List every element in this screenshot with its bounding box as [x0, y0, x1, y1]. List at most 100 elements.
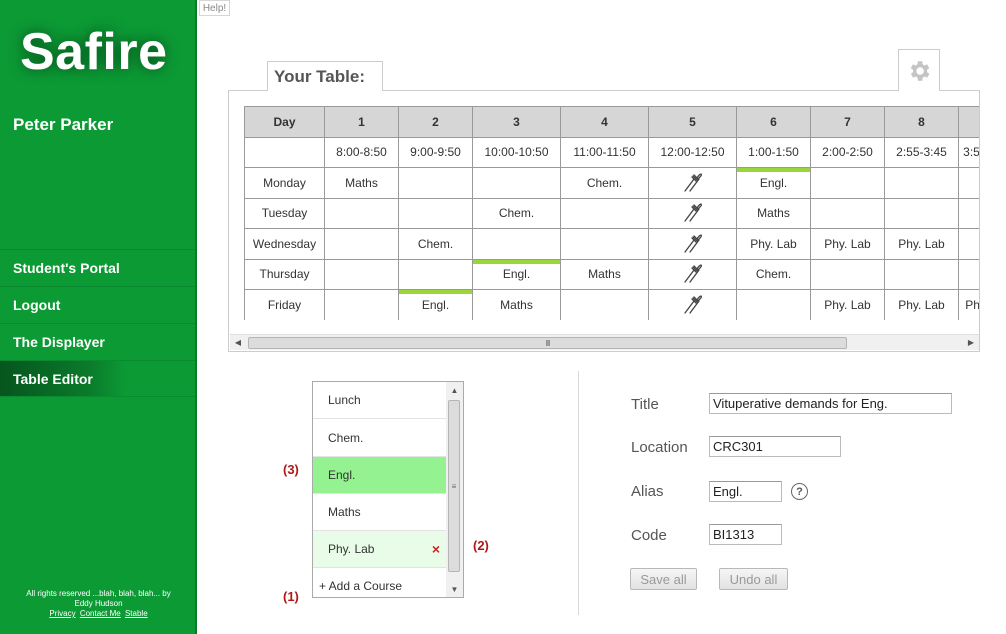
alias-help-icon[interactable]: ? [791, 483, 808, 500]
help-button[interactable]: Help! [199, 0, 230, 16]
day-label: Tuesday [244, 197, 325, 229]
alias-input[interactable] [709, 481, 782, 502]
course-item-lunch[interactable]: Lunch [313, 382, 446, 419]
timetable-cell[interactable] [736, 289, 811, 320]
location-label: Location [631, 439, 688, 456]
timetable-cell[interactable]: Phy. Lab [884, 289, 959, 320]
timetable-cell[interactable] [560, 197, 649, 229]
callout-1: (1) [283, 589, 299, 604]
add-course-button[interactable]: + Add a Course [313, 575, 446, 597]
timetable-cell[interactable] [472, 228, 561, 260]
scroll-left-arrow-icon[interactable]: ◀ [230, 335, 246, 350]
scroll-up-arrow-icon[interactable]: ▲ [446, 382, 463, 398]
lunch-cell[interactable] [648, 258, 737, 290]
callout-2: (2) [473, 538, 489, 553]
footer-link-stable[interactable]: Stable [125, 609, 148, 618]
timetable-cell[interactable] [810, 167, 885, 199]
undo-all-button[interactable]: Undo all [719, 568, 788, 590]
horizontal-scroll-thumb[interactable]: III [248, 337, 847, 349]
timetable-cell[interactable] [324, 258, 399, 290]
time-slot: 10:00-10:50 [472, 136, 561, 168]
course-label: Engl. [328, 468, 356, 482]
timetable-cell[interactable] [398, 167, 473, 199]
scroll-right-arrow-icon[interactable]: ▶ [963, 335, 979, 350]
timetable-cell[interactable] [884, 258, 959, 290]
day-label: Thursday [244, 258, 325, 290]
timetable-cell[interactable] [810, 258, 885, 290]
scroll-down-arrow-icon[interactable]: ▼ [446, 581, 463, 597]
nav-item-table-editor[interactable]: Table Editor [0, 360, 195, 397]
panel-divider [578, 371, 579, 615]
period-header: 7 [810, 106, 885, 138]
code-input[interactable] [709, 524, 782, 545]
timetable-cell[interactable]: Engl. [398, 289, 473, 320]
timetable-cell[interactable]: Maths [736, 197, 811, 229]
title-input[interactable] [709, 393, 952, 414]
course-list-scrollbar[interactable]: ▲ ≡ ▼ [446, 382, 463, 597]
lunch-cell[interactable] [648, 197, 737, 229]
timetable-cell[interactable]: Maths [560, 258, 649, 290]
timetable-cell[interactable]: Maths [324, 167, 399, 199]
timetable-cell[interactable]: Phy. Lab [810, 289, 885, 320]
timetable-cell[interactable]: Phy. Lab [884, 228, 959, 260]
timetable-cell[interactable]: Phy. Lab [958, 289, 979, 320]
remove-course-icon[interactable]: × [432, 541, 440, 557]
timetable: Day123456789 8:00-8:509:00-9:5010:00-10:… [244, 106, 979, 320]
timetable-cell[interactable] [958, 197, 979, 229]
timetable-cell[interactable] [398, 197, 473, 229]
code-label: Code [631, 527, 667, 544]
timetable-cell[interactable]: Phy. Lab [736, 228, 811, 260]
sidebar: Safire Peter Parker Student's Portal Log… [0, 0, 197, 634]
timetable-cell[interactable] [324, 289, 399, 320]
period-header: 8 [884, 106, 959, 138]
timetable-cell[interactable] [324, 228, 399, 260]
gear-icon [910, 60, 930, 81]
course-item-maths[interactable]: Maths [313, 494, 446, 531]
horizontal-scrollbar[interactable]: ◀ III ▶ [230, 334, 979, 350]
course-list-scroll-thumb[interactable]: ≡ [448, 400, 460, 572]
time-slot: 2:00-2:50 [810, 136, 885, 168]
fork-knife-icon [683, 173, 702, 192]
nav-item-the-displayer[interactable]: The Displayer [0, 323, 195, 360]
timetable-cell[interactable] [560, 289, 649, 320]
course-item-chem[interactable]: Chem. [313, 420, 446, 457]
time-slot: 1:00-1:50 [736, 136, 811, 168]
location-input[interactable] [709, 436, 841, 457]
settings-button[interactable] [898, 49, 940, 91]
timetable-cell[interactable] [810, 197, 885, 229]
timetable-cell[interactable] [884, 167, 959, 199]
time-slot: 2:55-3:45 [884, 136, 959, 168]
lunch-cell[interactable] [648, 167, 737, 199]
footer-author: Eddy Hudson [74, 599, 123, 608]
lunch-cell[interactable] [648, 289, 737, 320]
timetable-cell[interactable]: Chem. [398, 228, 473, 260]
day-row: Tuesday Chem. Maths [244, 197, 979, 229]
fork-knife-icon [683, 295, 702, 314]
timetable-cell[interactable]: Engl. [472, 258, 561, 290]
timetable-cell[interactable]: Engl. [736, 167, 811, 199]
timetable-cell[interactable] [398, 258, 473, 290]
course-item-phy-lab[interactable]: Phy. Lab × [313, 531, 446, 568]
timetable-cell[interactable]: Chem. [560, 167, 649, 199]
course-item-engl[interactable]: Engl. [313, 457, 446, 494]
footer-link-privacy[interactable]: Privacy [49, 609, 75, 618]
day-row: FridayEngl.MathsPhy. LabPhy. LabPhy. Lab [244, 289, 979, 320]
nav-item-students-portal[interactable]: Student's Portal [0, 249, 195, 286]
timetable-cell[interactable]: Maths [472, 289, 561, 320]
timetable-cell[interactable]: Phy. Lab [810, 228, 885, 260]
timetable-cell[interactable] [560, 228, 649, 260]
footer-link-contact[interactable]: Contact Me [80, 609, 121, 618]
nav-item-logout[interactable]: Logout [0, 286, 195, 323]
timetable-cell[interactable] [958, 167, 979, 199]
timetable-cell[interactable]: Chem. [472, 197, 561, 229]
lunch-cell[interactable] [648, 228, 737, 260]
sidebar-nav: Student's Portal Logout The Displayer Ta… [0, 249, 195, 397]
day-row: Monday Maths Chem. Engl. [244, 167, 979, 199]
save-all-button[interactable]: Save all [630, 568, 697, 590]
timetable-cell[interactable] [958, 228, 979, 260]
timetable-cell[interactable]: Chem. [736, 258, 811, 290]
timetable-cell[interactable] [884, 197, 959, 229]
timetable-cell[interactable] [324, 197, 399, 229]
timetable-cell[interactable] [958, 258, 979, 290]
timetable-cell[interactable] [472, 167, 561, 199]
